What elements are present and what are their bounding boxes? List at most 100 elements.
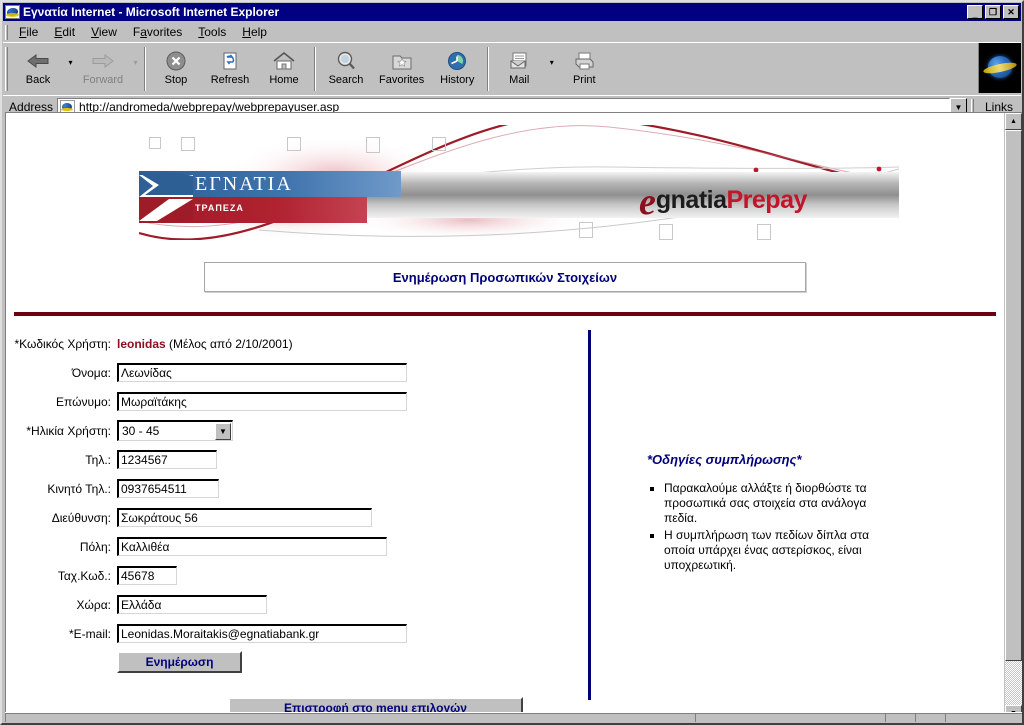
menu-item-file[interactable]: File xyxy=(11,23,46,41)
stop-icon xyxy=(165,48,187,73)
submit-row: Ενημέρωση xyxy=(6,651,584,673)
close-button[interactable]: ✕ xyxy=(1003,5,1019,19)
city-input[interactable]: Καλλιθέα xyxy=(117,537,387,556)
scroll-up-button[interactable]: ▲ xyxy=(1005,113,1022,130)
mail-button[interactable]: Mail xyxy=(492,46,546,86)
page-title: Ενημέρωση Προσωπικών Στοιχείων xyxy=(392,269,618,285)
status-zone-cell xyxy=(915,713,945,722)
postal-code-label: Ταχ.Κωδ.: xyxy=(57,568,111,583)
forward-label: Forward xyxy=(82,74,124,86)
field-row-mobile-phone: Κινητό Τηλ.: 0937654511 xyxy=(6,477,584,500)
toolbar-drag-grip[interactable] xyxy=(5,47,8,91)
history-button[interactable]: History xyxy=(430,46,484,86)
country-label: Χώρα: xyxy=(76,597,111,612)
stop-button[interactable]: Stop xyxy=(149,46,203,86)
postal-code-input[interactable]: 45678 xyxy=(117,566,177,585)
favorites-folder-icon xyxy=(390,48,414,73)
page-title-box: Ενημέρωση Προσωπικών Στοιχείων xyxy=(204,262,806,292)
username-row: *Κωδικός Χρήστη: leonidas (Μέλος από 2/1… xyxy=(6,332,584,355)
printer-icon xyxy=(572,48,596,73)
chevron-down-icon[interactable]: ▼ xyxy=(215,423,231,440)
title-bar: Εγνατία Internet - Microsoft Internet Ex… xyxy=(3,3,1021,21)
username-text: leonidas xyxy=(117,336,166,351)
refresh-icon xyxy=(219,48,241,73)
status-resize-cell xyxy=(945,713,1022,722)
mail-envelope-icon xyxy=(507,48,531,73)
list-item: Η συμπλήρωση των πεδίων δίπλα στα οποία … xyxy=(664,528,896,573)
email-input[interactable]: Leonidas.Moraitakis@egnatiabank.gr xyxy=(117,624,407,643)
status-message-cell xyxy=(5,713,695,722)
menu-item-favorites[interactable]: Favorites xyxy=(125,23,190,41)
field-row-country: Χώρα: Ελλάδα xyxy=(6,593,584,616)
vertical-scrollbar[interactable]: ▲ ▼ xyxy=(1004,113,1022,722)
update-button[interactable]: Ενημέρωση xyxy=(117,651,242,673)
stop-label: Stop xyxy=(164,74,188,86)
maximize-button[interactable]: ❐ xyxy=(985,5,1001,19)
back-button[interactable]: Back xyxy=(11,46,65,86)
banner-gray-band xyxy=(349,172,899,218)
field-row-phone: Τηλ.: 1234567 xyxy=(6,448,584,471)
minimize-icon: _ xyxy=(972,9,978,19)
horizontal-rule xyxy=(14,312,996,316)
back-dropdown-arrow[interactable]: ▾ xyxy=(65,46,76,67)
submit-spacer xyxy=(6,651,117,673)
scrollbar-thumb[interactable] xyxy=(1005,130,1022,661)
menu-item-edit[interactable]: Edit xyxy=(46,23,83,41)
print-button[interactable]: Print xyxy=(557,46,611,86)
menu-drag-grip[interactable] xyxy=(5,24,8,40)
address-label: Διεύθυνση: xyxy=(51,510,111,525)
status-progress-cell xyxy=(695,713,885,722)
field-row-age-range: *Ηλικία Χρήστη: 30 - 45 ▼ xyxy=(6,419,584,442)
field-row-first-name: Όνομα: Λεωνίδας xyxy=(6,361,584,384)
menu-item-tools[interactable]: Tools xyxy=(190,23,234,41)
home-button[interactable]: Home xyxy=(257,46,311,86)
minimize-button[interactable]: _ xyxy=(967,5,983,19)
age-range-label: *Ηλικία Χρήστη: xyxy=(26,423,111,438)
phone-input[interactable]: 1234567 xyxy=(117,450,217,469)
refresh-button[interactable]: Refresh xyxy=(203,46,257,86)
status-bar xyxy=(5,712,1022,722)
last-name-input[interactable]: Μωραϊτάκης xyxy=(117,392,407,411)
mail-dropdown-arrow[interactable]: ▾ xyxy=(546,46,557,67)
toolbar-separator xyxy=(314,47,316,91)
street-address-input[interactable]: Σωκράτους 56 xyxy=(117,508,372,527)
main-toolbar: Back ▾ Forward ▾ Stop Refresh Home Searc… xyxy=(3,42,1021,95)
search-button[interactable]: Search xyxy=(319,46,373,86)
first-name-label: Όνομα: xyxy=(71,365,111,380)
country-input[interactable]: Ελλάδα xyxy=(117,595,267,614)
mobile-phone-input[interactable]: 0937654511 xyxy=(117,479,219,498)
product-logo: egnatiaPrepay xyxy=(639,183,807,221)
decor-square xyxy=(366,137,380,153)
decor-square xyxy=(659,224,673,240)
window-title: Εγνατία Internet - Microsoft Internet Ex… xyxy=(23,5,280,19)
forward-dropdown-arrow[interactable]: ▾ xyxy=(130,46,141,67)
menu-item-view[interactable]: View xyxy=(83,23,125,41)
scrollbar-track[interactable] xyxy=(1005,130,1022,705)
print-label: Print xyxy=(572,74,596,86)
back-label: Back xyxy=(25,74,51,86)
decor-square xyxy=(757,224,771,240)
personal-details-form: *Κωδικός Χρήστη: leonidas (Μέλος από 2/1… xyxy=(6,332,584,718)
favorites-button[interactable]: Favorites xyxy=(373,46,430,86)
refresh-label: Refresh xyxy=(210,74,250,86)
decor-square xyxy=(149,137,161,149)
history-label: History xyxy=(440,74,475,86)
field-row-address: Διεύθυνση: Σωκράτους 56 xyxy=(6,506,584,529)
age-range-select[interactable]: 30 - 45 ▼ xyxy=(117,420,233,441)
mobile-phone-label: Κινητό Τηλ.: xyxy=(47,481,111,496)
menu-item-help[interactable]: Help xyxy=(234,23,275,41)
first-name-input[interactable]: Λεωνίδας xyxy=(117,363,407,382)
home-icon xyxy=(272,48,296,73)
field-row-last-name: Επώνυμο: Μωραϊτάκης xyxy=(6,390,584,413)
search-icon xyxy=(335,48,357,73)
product-prepay-text: Prepay xyxy=(726,186,808,214)
field-row-city: Πόλη: Καλλιθέα xyxy=(6,535,584,558)
internet-explorer-icon xyxy=(5,5,20,19)
banner-graphic: ΕΓΝΑΤΙΑ ΤΡΑΠΕΖΑ egnatiaPrepay xyxy=(139,125,899,240)
decor-square xyxy=(181,137,195,151)
bank-name-text: ΕΓΝΑΤΙΑ xyxy=(195,173,293,195)
username-value: leonidas (Μέλος από 2/10/2001) xyxy=(117,337,293,351)
maximize-icon: ❐ xyxy=(988,7,998,17)
forward-button[interactable]: Forward xyxy=(76,46,130,86)
age-range-value: 30 - 45 xyxy=(122,424,160,438)
